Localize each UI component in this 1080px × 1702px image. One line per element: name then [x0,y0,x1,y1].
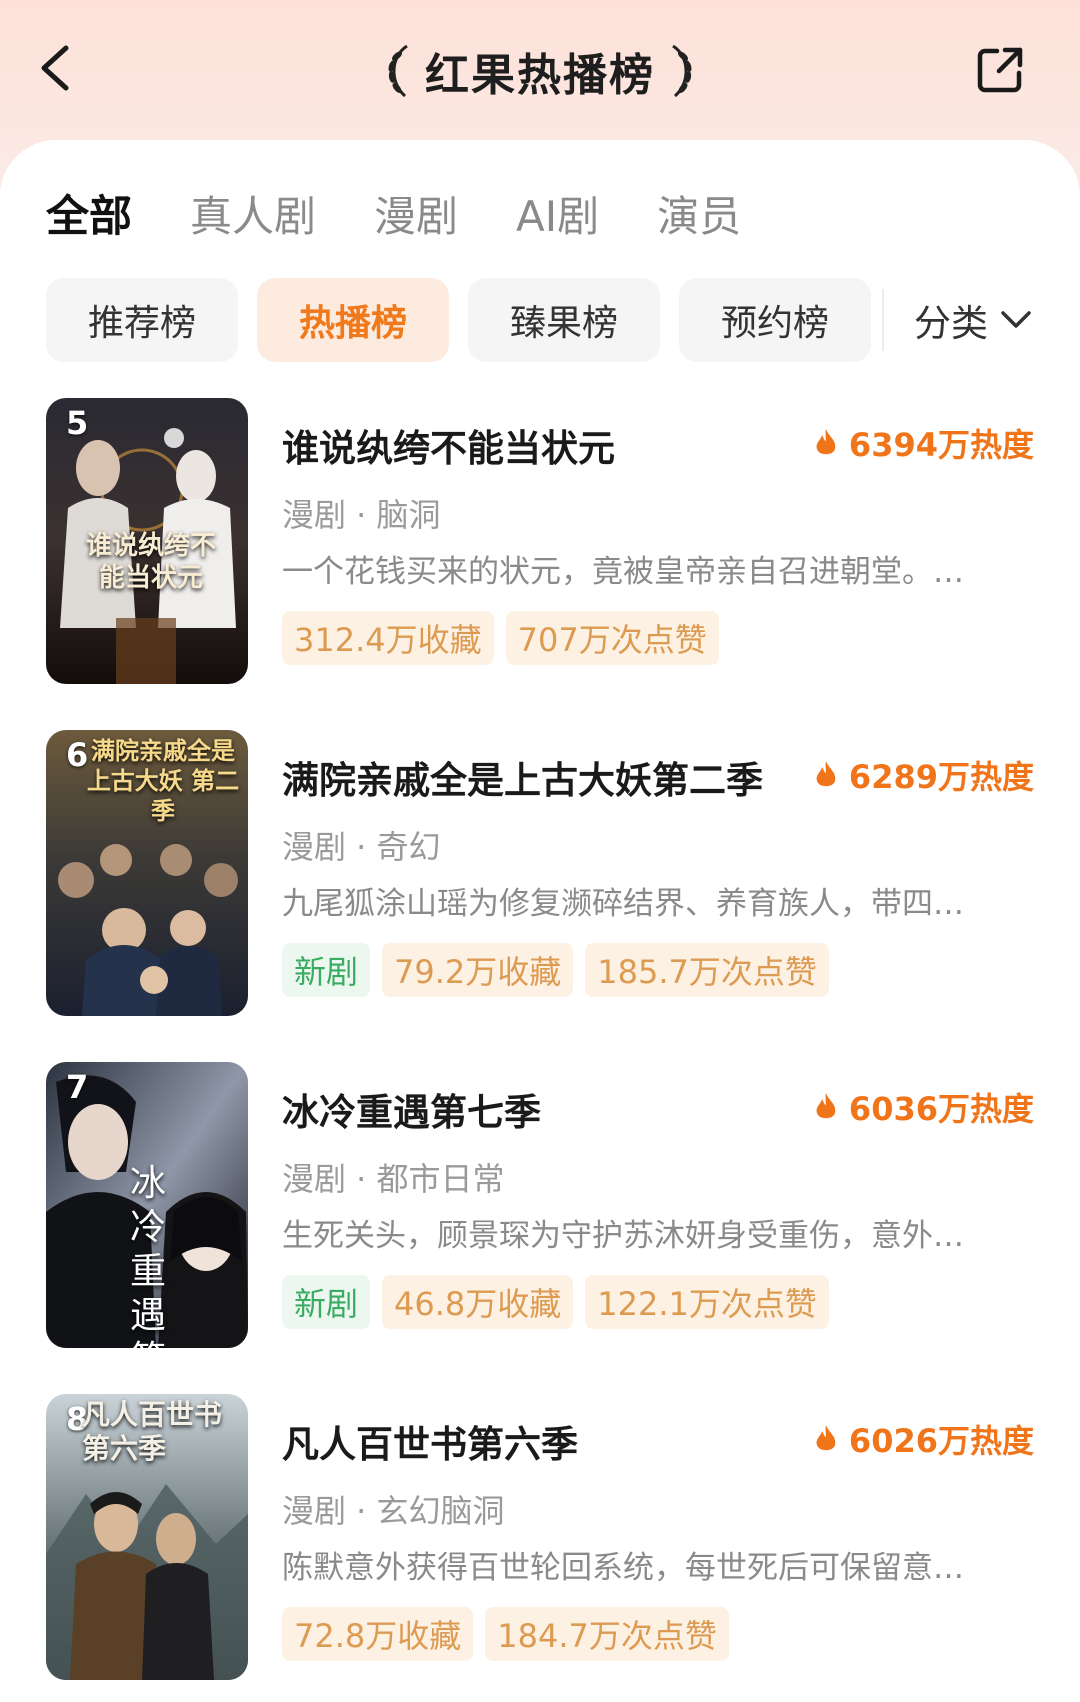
item-title[interactable]: 满院亲戚全是上古大妖第二季 [282,750,763,804]
likes-tag: 184.7万次点赞 [485,1607,729,1661]
new-badge: 新剧 [282,1275,371,1329]
rank-number: 7 [66,1068,89,1106]
genre-meta: 漫剧 · 奇幻 [282,828,441,866]
tab-ai[interactable]: AI剧 [516,183,599,244]
page-title-group: 红果热播榜 [0,36,1080,106]
favorites-tag: 312.4万收藏 [282,611,494,665]
tab-all[interactable]: 全部 [46,182,132,244]
chip-hot[interactable]: 热播榜 [257,278,449,362]
stat-tags: 72.8万收藏 184.7万次点赞 [282,1607,729,1661]
cover-image[interactable]: 5 谁说纨绔不能当状元 [46,398,248,684]
new-badge: 新剧 [282,943,371,997]
cover-image[interactable]: 7 冰冷重遇 第七季 [46,1062,248,1348]
stat-tags: 312.4万收藏 707万次点赞 [282,611,719,665]
chip-divider [882,289,884,351]
flame-icon [816,1425,836,1451]
heat-score: 6036万热度 [813,1084,1034,1130]
tab-live-action[interactable]: 真人剧 [190,183,316,244]
heat-score: 6394万热度 [813,420,1034,466]
ranking-chip-bar: 推荐榜 热播榜 臻果榜 预约榜 分类 [46,278,1056,362]
genre-meta: 漫剧 · 玄幻脑洞 [282,1492,505,1530]
list-item[interactable]: 6 满院亲戚全是上古大妖 第二季 满院亲戚全是上古大妖第二季 6289万热度 漫… [0,730,1080,1020]
item-title[interactable]: 冰冷重遇第七季 [282,1082,541,1136]
description: 陈默意外获得百世轮回系统，每世死后可保留意… [282,1550,964,1586]
cover-image[interactable]: 8 凡人百世书 第六季 [46,1394,248,1680]
cover-image[interactable]: 6 满院亲戚全是上古大妖 第二季 [46,730,248,1016]
description: 生死关头，顾景琛为守护苏沐妍身受重伤，意外… [282,1218,964,1254]
share-button[interactable] [970,40,1030,100]
cover-title: 满院亲戚全是上古大妖 第二季 [86,736,240,825]
chevron-down-icon [1001,311,1031,328]
category-label: 分类 [914,302,988,345]
share-icon [977,47,1023,93]
heat-value: 6289万热度 [848,758,1034,796]
heat-value: 6036万热度 [848,1090,1034,1128]
genre-meta: 漫剧 · 脑洞 [282,496,441,534]
heat-score: 6289万热度 [813,752,1034,798]
chip-premium[interactable]: 臻果榜 [468,278,660,362]
header-bar: 红果热播榜 [0,0,1080,140]
stat-tags: 新剧 79.2万收藏 185.7万次点赞 [282,943,829,997]
cover-title: 谁说纨绔不能当状元 [86,531,217,593]
description: 一个花钱买来的状元，竟被皇帝亲自召进朝堂。… [282,554,964,590]
rank-number: 5 [66,404,89,442]
flame-icon [816,429,836,455]
heat-value: 6026万热度 [848,1422,1034,1460]
item-title[interactable]: 谁说纨绔不能当状元 [282,418,615,472]
item-title[interactable]: 凡人百世书第六季 [282,1414,578,1468]
heat-value: 6394万热度 [848,426,1034,464]
list-item[interactable]: 7 冰冷重遇 第七季 冰冷重遇第七季 6036万热度 漫剧 · 都市日常 生死关… [0,1062,1080,1352]
flame-icon [816,761,836,787]
cover-title: 凡人百世书 第六季 [82,1398,223,1465]
tab-comic[interactable]: 漫剧 [374,183,458,244]
heat-score: 6026万热度 [813,1416,1034,1462]
list-item[interactable]: 5 谁说纨绔不能当状元 谁说纨绔不能当状元 6394万热度 漫剧 · 脑洞 一个… [0,398,1080,688]
chip-recommended[interactable]: 推荐榜 [46,278,238,362]
flame-icon [816,1093,836,1119]
favorites-tag: 79.2万收藏 [382,943,574,997]
laurel-left-icon [388,44,408,98]
favorites-tag: 46.8万收藏 [382,1275,574,1329]
tab-bar: 全部 真人剧 漫剧 AI剧 演员 [46,178,799,248]
likes-tag: 707万次点赞 [505,611,719,665]
cover-title: 冰冷重遇 第七季 [130,1163,167,1348]
category-dropdown[interactable]: 分类 [914,293,1032,347]
genre-meta: 漫剧 · 都市日常 [282,1160,505,1198]
list-item[interactable]: 8 凡人百世书 第六季 凡人百世书第六季 6026万热度 漫剧 · 玄幻脑洞 陈… [0,1394,1080,1684]
chip-reservation[interactable]: 预约榜 [679,278,871,362]
favorites-tag: 72.8万收藏 [282,1607,474,1661]
description: 九尾狐涂山瑶为修复濒碎结界、养育族人，带四… [282,886,964,922]
stat-tags: 新剧 46.8万收藏 122.1万次点赞 [282,1275,829,1329]
laurel-right-icon [672,44,692,98]
page-title: 红果热播榜 [425,50,655,101]
likes-tag: 185.7万次点赞 [585,943,829,997]
tab-actors[interactable]: 演员 [657,183,741,244]
likes-tag: 122.1万次点赞 [585,1275,829,1329]
